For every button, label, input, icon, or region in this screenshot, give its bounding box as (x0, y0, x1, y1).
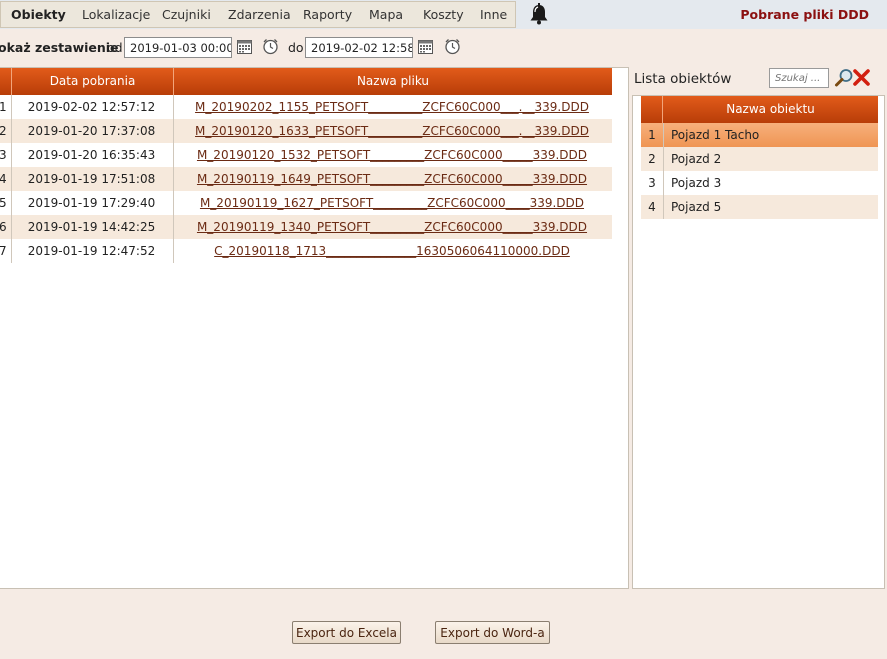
file-link[interactable]: M_20190119_1649_PETSOFT_________ZCFC60C0… (172, 172, 612, 186)
menu-item-czujniki[interactable]: Czujniki (162, 7, 211, 22)
bell-icon[interactable] (527, 2, 551, 26)
calendar-icon[interactable] (418, 40, 433, 54)
export-word-button[interactable]: Export do Word-a (435, 621, 550, 644)
from-date-input[interactable] (124, 37, 232, 58)
file-link[interactable]: M_20190119_1627_PETSOFT_________ZCFC60C0… (172, 196, 612, 210)
column-divider (663, 123, 664, 219)
search-icon[interactable] (834, 68, 854, 88)
table-row[interactable]: 4 2019-01-19 17:51:08 M_20190119_1649_PE… (0, 167, 612, 191)
column-header-date[interactable]: Data pobrania (12, 68, 174, 95)
table-row[interactable]: 6 2019-01-19 14:42:25 M_20190119_1340_PE… (0, 215, 612, 239)
date-filter: okaż zestawienie od do (0, 35, 887, 61)
objects-list-title: Lista obiektów (634, 71, 732, 87)
file-link[interactable]: M_20190119_1340_PETSOFT_________ZCFC60C0… (172, 220, 612, 234)
table-row[interactable]: 3 2019-01-20 16:35:43 M_20190120_1532_PE… (0, 143, 612, 167)
from-label: od (107, 40, 123, 55)
object-column-index (641, 96, 663, 123)
menu-item-zdarzenia[interactable]: Zdarzenia (228, 7, 291, 22)
file-link[interactable]: C_20190118_1713_______________1630506064… (172, 244, 612, 258)
main-menu: Obiekty Lokalizacje Czujniki Zdarzenia R… (0, 1, 516, 28)
clock-icon[interactable] (262, 38, 279, 55)
export-excel-button[interactable]: Export do Excela (292, 621, 401, 644)
object-row-selected[interactable]: 1 Pojazd 1 Tacho (641, 123, 878, 147)
calendar-icon[interactable] (237, 40, 252, 54)
file-link[interactable]: M_20190202_1155_PETSOFT_________ZCFC60C0… (172, 100, 612, 114)
column-divider (173, 95, 174, 263)
column-header-index (0, 68, 12, 95)
filter-label: okaż zestawienie (0, 40, 119, 55)
file-link[interactable]: M_20190120_1532_PETSOFT_________ZCFC60C0… (172, 148, 612, 162)
object-row[interactable]: 4 Pojazd 5 (641, 195, 878, 219)
column-divider (11, 95, 12, 263)
column-header-object-name[interactable]: Nazwa obiektu (663, 96, 878, 123)
file-link[interactable]: M_20190120_1633_PETSOFT_________ZCFC60C0… (172, 124, 612, 138)
to-date-input[interactable] (305, 37, 413, 58)
clock-icon[interactable] (444, 38, 461, 55)
object-search-input[interactable] (769, 68, 829, 88)
menu-item-mapa[interactable]: Mapa (369, 7, 403, 22)
page-title: Pobrane pliki DDD (740, 7, 869, 22)
menu-item-inne[interactable]: Inne (480, 7, 507, 22)
objects-table: Nazwa obiektu 1 Pojazd 1 Tacho 2 Pojazd … (632, 95, 885, 589)
table-row[interactable]: 5 2019-01-19 17:29:40 M_20190119_1627_PE… (0, 191, 612, 215)
table-row[interactable]: 1 2019-02-02 12:57:12 M_20190202_1155_PE… (0, 95, 612, 119)
to-label: do (288, 40, 304, 55)
column-header-filename[interactable]: Nazwa pliku (174, 68, 612, 95)
files-table: Data pobrania Nazwa pliku 1 2019-02-02 1… (0, 67, 629, 589)
menu-item-raporty[interactable]: Raporty (303, 7, 352, 22)
object-row[interactable]: 2 Pojazd 2 (641, 147, 878, 171)
clear-icon[interactable] (852, 68, 871, 87)
menu-item-koszty[interactable]: Koszty (423, 7, 464, 22)
menu-item-lokalizacje[interactable]: Lokalizacje (82, 7, 150, 22)
object-row[interactable]: 3 Pojazd 3 (641, 171, 878, 195)
table-row[interactable]: 7 2019-01-19 12:47:52 C_20190118_1713___… (0, 239, 612, 263)
table-row[interactable]: 2 2019-01-20 17:37:08 M_20190120_1633_PE… (0, 119, 612, 143)
menu-item-obiekty[interactable]: Obiekty (11, 7, 66, 22)
